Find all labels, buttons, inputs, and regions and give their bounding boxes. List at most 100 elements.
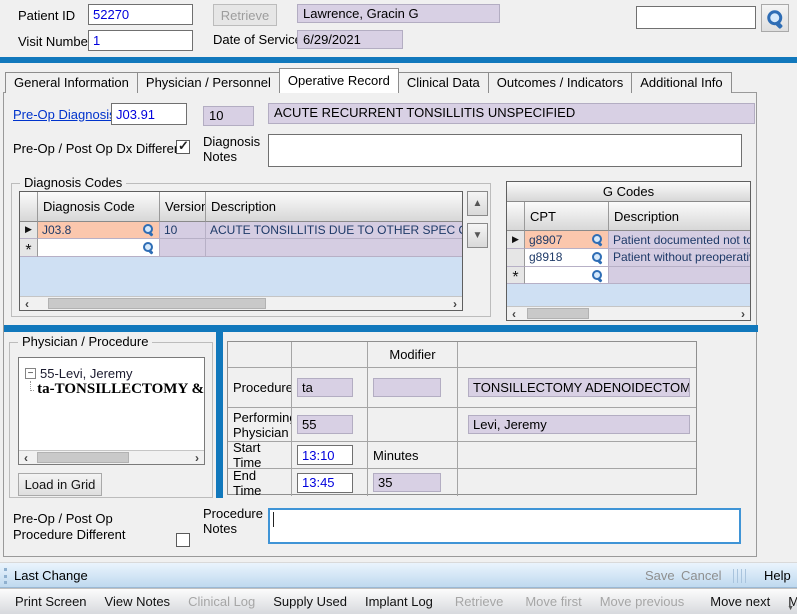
save-button[interactable]: Save [645,568,675,583]
cpt-cell[interactable]: g8907 [525,231,609,249]
tab-physician-personnel[interactable]: Physician / Personnel [137,72,280,93]
g-codes-hscrollbar[interactable]: ‹ › [507,306,750,320]
toolbar-move-previous[interactable]: Move previous [591,594,694,609]
tab-operative-record[interactable]: Operative Record [279,68,399,93]
performing-physician-name-field: Levi, Jeremy [468,415,690,434]
tab-additional-info[interactable]: Additional Info [631,72,731,93]
toolbar-clinical-log[interactable]: Clinical Log [179,594,264,609]
new-version-cell[interactable] [160,239,206,257]
diagnosis-new-row[interactable]: * [20,239,462,257]
physician-procedure-title: Physician / Procedure [18,334,152,349]
proc-different-label: Pre-Op / Post Op Procedure Different [13,511,173,543]
statusbar-grip [4,568,7,584]
toolbar-view-notes[interactable]: View Notes [96,594,180,609]
current-row-selector[interactable]: ▶ [20,222,38,240]
toolbar-print-screen[interactable]: Print Screen [6,594,96,609]
lookup-magnifier-icon[interactable] [142,241,155,254]
row-selector[interactable] [507,249,525,267]
column-header-description[interactable]: Description [206,192,462,222]
scroll-thumb[interactable] [527,308,589,319]
search-button[interactable] [761,4,789,32]
scroll-track[interactable] [34,297,448,310]
diagnosis-table-row[interactable]: ▶ J03.8 10 ACUTE TONSILLITIS DUE TO OTHE… [20,222,462,240]
cancel-button[interactable]: Cancel [681,568,721,583]
diagnosis-code-cell[interactable]: J03.8 [38,222,160,240]
visit-number-input[interactable] [88,30,193,51]
version-cell[interactable]: 10 [160,222,206,240]
performing-physician-code-field: 55 [297,415,353,434]
patient-id-input[interactable] [88,4,193,25]
lookup-magnifier-icon[interactable] [142,223,155,236]
scroll-track[interactable] [521,307,736,320]
scroll-right-icon[interactable]: › [448,298,462,310]
g-description-cell[interactable]: Patient without preoperative ord [609,249,750,267]
toolbar-retrieve[interactable]: Retrieve [446,594,512,609]
g-code-row[interactable]: ▶ g8907 Patient documented not to have [507,231,750,249]
load-in-grid-button[interactable]: Load in Grid [18,473,102,496]
procedure-code-field: ta [297,378,353,397]
diagnosis-notes-input[interactable] [268,134,742,167]
status-bar: Last Change Save Cancel Help [0,562,797,588]
new-g-description-cell[interactable] [609,267,750,285]
end-time-input[interactable] [297,473,353,493]
lookup-magnifier-icon[interactable] [591,233,604,246]
tab-strip: General Information Physician / Personne… [5,71,731,93]
description-cell[interactable]: ACUTE TONSILLITIS DUE TO OTHER SPEC ORGA… [206,222,462,240]
lookup-magnifier-icon[interactable] [591,269,604,282]
collapse-toggle-icon[interactable]: − [25,368,36,379]
new-row-icon: * [25,248,31,254]
column-header-diagnosis-code[interactable]: Diagnosis Code [38,192,160,222]
scroll-left-icon[interactable]: ‹ [19,452,33,464]
dx-different-label: Pre-Op / Post Op Dx Different [13,141,185,156]
toolbar-implant-log[interactable]: Implant Log [356,594,442,609]
grid-empty-area [20,257,462,296]
start-time-input[interactable] [297,445,353,465]
tab-general-information[interactable]: General Information [5,72,138,93]
proc-different-checkbox[interactable]: ✓ [176,533,190,547]
column-header-version[interactable]: Version [160,192,206,222]
toolbar-supply-used[interactable]: Supply Used [264,594,356,609]
pre-op-diagnosis-link[interactable]: Pre-Op Diagnosis [13,107,116,122]
new-description-cell[interactable] [206,239,462,257]
procedure-notes-input[interactable] [268,508,741,544]
tab-outcomes-indicators[interactable]: Outcomes / Indicators [488,72,632,93]
date-of-service-label: Date of Service [213,32,302,47]
toolbar-overflow-icon[interactable]: ▼ [787,605,794,612]
minutes-label: Minutes [368,442,458,469]
end-time-label: End Time [228,469,292,496]
scroll-left-icon[interactable]: ‹ [20,298,34,310]
new-cpt-cell[interactable] [525,267,609,285]
column-header-description[interactable]: Description [609,202,750,232]
dx-different-checkbox[interactable]: ✓ [176,140,190,154]
search-input[interactable] [636,6,756,29]
toolbar-move-next[interactable]: Move next [701,594,779,609]
scroll-thumb[interactable] [48,298,266,309]
scroll-track[interactable] [33,451,190,464]
move-row-up-button[interactable]: ▲ [467,191,488,216]
toolbar-move-first[interactable]: Move first [516,594,590,609]
retrieve-button[interactable]: Retrieve [213,4,277,26]
lookup-magnifier-icon[interactable] [591,251,604,264]
g-description-cell[interactable]: Patient documented not to have [609,231,750,249]
scroll-right-icon[interactable]: › [190,452,204,464]
new-code-cell[interactable] [38,239,160,257]
scroll-left-icon[interactable]: ‹ [507,308,521,320]
current-row-selector[interactable]: ▶ [507,231,525,249]
g-code-row[interactable]: g8918 Patient without preoperative ord [507,249,750,267]
start-time-cell [292,442,368,469]
pre-op-diagnosis-code-input[interactable] [111,103,187,125]
tree-node-physician[interactable]: − 55-Levi, Jeremy [19,366,204,381]
cpt-cell[interactable]: g8918 [525,249,609,267]
column-header-cpt[interactable]: CPT [525,202,609,232]
move-row-down-button[interactable]: ▼ [467,223,488,248]
diagnosis-grid-hscrollbar[interactable]: ‹ › [20,296,462,310]
scroll-right-icon[interactable]: › [736,308,750,320]
g-code-new-row[interactable]: * [507,267,750,285]
tree-hscrollbar[interactable]: ‹ › [19,450,204,464]
procedure-modifier-cell [368,368,458,408]
tree-node-procedure[interactable]: ta-TONSILLECTOMY & [19,381,204,398]
help-button[interactable]: Help [764,568,791,583]
scroll-thumb[interactable] [37,452,129,463]
tab-clinical-data[interactable]: Clinical Data [398,72,489,93]
bottom-toolbar: Print Screen View Notes Clinical Log Sup… [0,588,797,614]
